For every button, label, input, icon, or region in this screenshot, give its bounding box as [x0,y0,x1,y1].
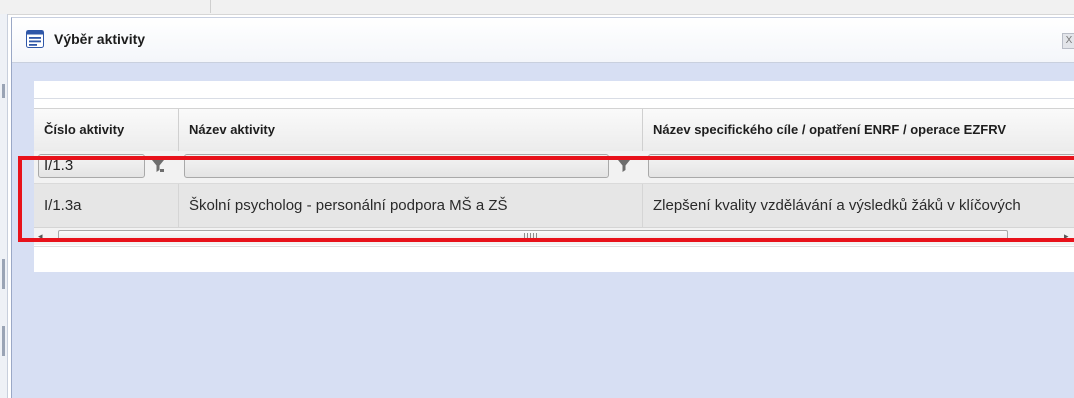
activity-grid: Číslo aktivity Název aktivity Název spec… [34,81,1074,272]
cell-nazev-aktivity: Školní psycholog - personální podpora MŠ… [179,184,643,227]
grid-footer [34,246,1074,272]
scrollbar-grip [524,233,538,239]
scroll-right-icon[interactable]: ▸ [1064,231,1069,242]
dialog-title: Výběr aktivity [54,31,146,47]
column-header-nazev-aktivity[interactable]: Název aktivity [179,109,643,151]
scroll-left-icon[interactable]: ◂ [38,231,43,242]
scrollbar-thumb[interactable] [58,230,1008,242]
background-tab [170,0,211,13]
grid-toolbar [34,81,1074,99]
grid-header-row: Číslo aktivity Název aktivity Název spec… [34,108,1074,152]
cell-nazev-cile: Zlepšení kvality vzdělávání a výsledků ž… [653,197,1021,214]
close-icon[interactable]: X [1062,33,1074,49]
screen: Výběr aktivity X Číslo aktivity Název ak… [0,0,1074,398]
background-edge-mark [2,259,5,289]
dialog-titlebar: Výběr aktivity X [12,18,1074,63]
filter-input-nazev[interactable] [184,154,609,178]
background-app-edge [0,14,8,398]
filter-input-cislo[interactable]: I/1.3 [38,154,145,178]
grid-filter-row: I/1.3 [34,151,1074,184]
table-row[interactable]: I/1.3a Školní psycholog - personální pod… [34,184,1074,228]
background-edge-mark [2,326,5,356]
background-app-header [0,0,1074,15]
cell-cislo-aktivity: I/1.3a [34,184,179,227]
column-header-nazev-cile[interactable]: Název specifického cíle / opatření ENRF … [643,109,1074,151]
horizontal-scrollbar[interactable]: ◂ ▸ [34,228,1074,245]
funnel-icon[interactable] [618,160,630,172]
background-edge-mark [2,84,5,98]
filter-input-cil[interactable] [648,154,1074,178]
funnel-icon[interactable] [152,160,164,172]
list-window-icon [26,30,44,48]
column-header-cislo-aktivity[interactable]: Číslo aktivity [34,109,179,151]
activity-selection-dialog: Výběr aktivity X Číslo aktivity Název ak… [11,17,1074,398]
